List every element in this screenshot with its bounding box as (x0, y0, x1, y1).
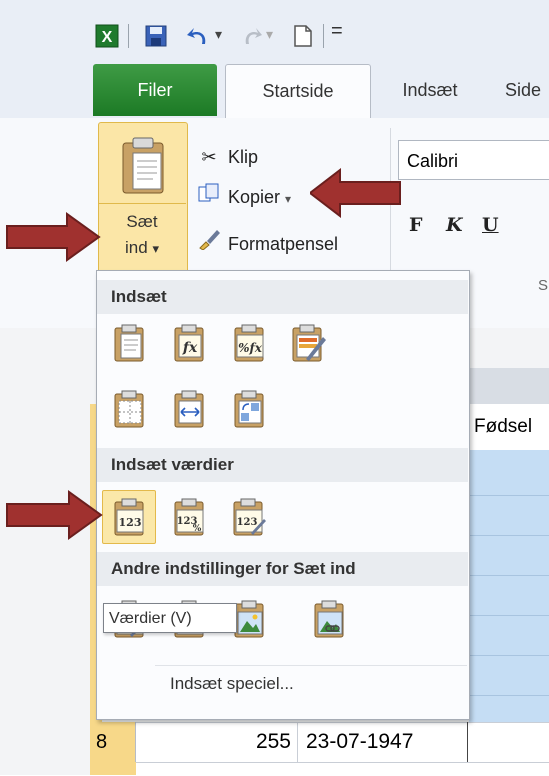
bold-button[interactable]: F (409, 214, 423, 236)
customize-toolbar-icon[interactable]: = (331, 20, 343, 43)
paste-label[interactable]: Sæt (98, 212, 186, 232)
gridline (469, 535, 549, 536)
gridline (469, 575, 549, 576)
cut-label: Klip (228, 147, 259, 167)
paste-option-keep-source-formatting[interactable] (286, 320, 332, 366)
paste-icon (114, 324, 144, 362)
no-borders-icon (114, 390, 144, 428)
paste-option-transpose[interactable] (226, 386, 272, 432)
keep-formatting-icon (292, 324, 326, 362)
copy-dropdown-icon[interactable]: ▾ (285, 192, 291, 206)
toolbar-separator (128, 24, 129, 48)
arrow-annotation-values (6, 490, 103, 540)
arrow-annotation-paste (6, 212, 101, 262)
copy-label: Kopier (228, 187, 281, 207)
cut-button[interactable]: ✂ Klip (196, 142, 258, 172)
paste-option-paste[interactable] (106, 320, 152, 366)
picture-icon (234, 600, 264, 638)
paste-label-ind: ind (125, 238, 148, 257)
tooltip: Værdier (V) (103, 603, 237, 633)
paste-dropdown-label[interactable]: ind ▾ (98, 238, 186, 258)
column-widths-icon (174, 390, 204, 428)
excel-logo-icon[interactable]: X (95, 24, 119, 48)
column-header[interactable] (468, 368, 549, 405)
row-header[interactable]: 8 (90, 722, 136, 762)
copy-icon (196, 182, 222, 212)
paintbrush-icon (196, 228, 222, 259)
formulas-number-format-icon: %fx (234, 324, 264, 362)
linked-picture-icon (314, 600, 344, 638)
paste-special-menu-item[interactable]: Indsæt speciel... (170, 674, 294, 694)
paste-option-values[interactable]: 123 (102, 490, 156, 544)
svg-text:123: 123 (237, 517, 258, 528)
format-painter-button[interactable]: Formatpensel (196, 228, 338, 258)
menu-section-paste: Indsæt (97, 280, 468, 314)
paste-split-divider (98, 203, 186, 204)
values-123-icon: 123 (114, 498, 144, 536)
paste-option-keep-column-widths[interactable] (166, 386, 212, 432)
paste-option-formulas-number-format[interactable]: %fx (226, 320, 272, 366)
tab-page-layout[interactable]: Side (505, 62, 549, 118)
cell[interactable]: 255 (136, 722, 298, 762)
redo-icon[interactable] (240, 24, 264, 48)
paste-option-linked-picture[interactable] (306, 596, 352, 642)
gridline (469, 615, 549, 616)
font-group-label: S (538, 277, 549, 294)
menu-divider (155, 665, 467, 666)
paste-option-values-number-format[interactable]: 123 % (166, 494, 212, 540)
redo-dropdown-icon[interactable]: ▾ (266, 26, 273, 43)
undo-icon[interactable] (185, 24, 211, 48)
new-document-icon[interactable] (292, 24, 314, 48)
clipboard-icon (122, 137, 164, 194)
gridline (469, 695, 549, 696)
arrow-annotation-copy (310, 168, 401, 218)
toolbar-separator (323, 24, 324, 48)
menu-section-paste-values: Indsæt værdier (97, 448, 468, 482)
format-painter-label: Formatpensel (228, 234, 339, 254)
svg-text:fx: fx (182, 340, 198, 356)
save-icon[interactable] (144, 24, 168, 48)
cell[interactable]: 23-07-1947 (298, 722, 468, 762)
row-header[interactable] (90, 762, 136, 775)
svg-text:123: 123 (119, 516, 142, 529)
ribbon-tabs: Filer Startside Indsæt Side (0, 62, 549, 120)
underline-button[interactable]: U (482, 214, 499, 236)
tab-home[interactable]: Startside (225, 64, 371, 120)
paste-option-formulas[interactable]: fx (166, 320, 212, 366)
copy-button[interactable]: Kopier ▾ (196, 182, 291, 212)
italic-button[interactable]: K (446, 214, 463, 236)
svg-text:X: X (102, 29, 113, 46)
quick-access-toolbar: X ▾ ▾ = (0, 0, 549, 62)
menu-section-other-paste-options: Andre indstillinger for Sæt ind (97, 552, 468, 586)
selected-range[interactable] (469, 450, 549, 725)
table-row (90, 762, 549, 776)
values-source-formatting-icon: 123 (233, 498, 266, 536)
paste-option-no-borders[interactable] (106, 386, 152, 432)
tab-insert[interactable]: Indsæt (380, 62, 480, 118)
values-number-format-icon: 123 % (174, 498, 204, 536)
svg-text:%: % (193, 524, 202, 534)
paste-option-values-source-formatting[interactable]: 123 (226, 494, 272, 540)
formulas-icon: fx (174, 324, 204, 362)
chevron-down-icon: ▾ (152, 241, 159, 256)
scissors-icon: ✂ (201, 147, 217, 167)
header-cell[interactable]: Fødsel (468, 404, 549, 450)
font-name-field[interactable]: Calibri (398, 140, 549, 180)
gridline (469, 655, 549, 656)
tab-file[interactable]: Filer (93, 64, 217, 116)
gridline (469, 495, 549, 496)
svg-text:%fx: %fx (238, 341, 263, 355)
undo-dropdown-icon[interactable]: ▾ (215, 26, 222, 43)
transpose-icon (234, 390, 264, 428)
